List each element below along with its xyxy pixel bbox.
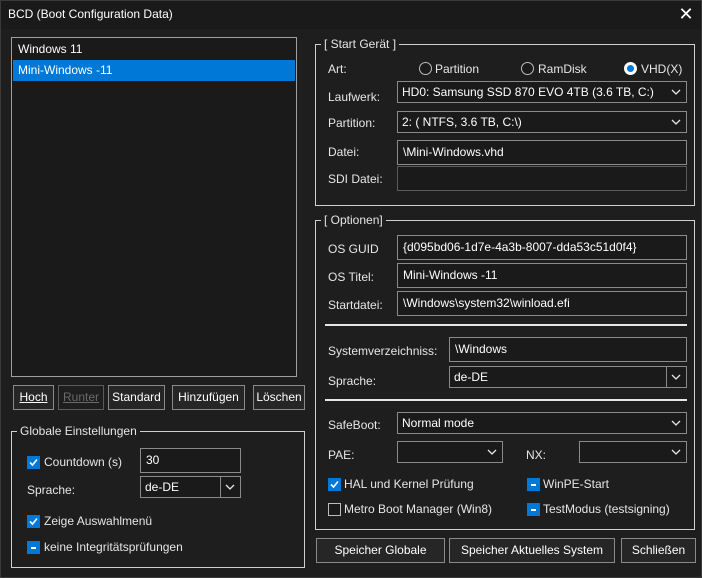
metro-checkbox[interactable] xyxy=(328,503,341,516)
safeboot-value: Normal mode xyxy=(402,416,475,430)
pae-select[interactable] xyxy=(397,441,503,463)
sdi-label: SDI Datei: xyxy=(328,172,383,186)
countdown-input[interactable]: 30 xyxy=(140,448,241,473)
down-button[interactable]: Runter xyxy=(58,385,104,410)
type-vhd-radio[interactable] xyxy=(624,62,637,75)
countdown-checkbox[interactable] xyxy=(27,456,40,469)
show-menu-checkbox[interactable] xyxy=(27,515,40,528)
chevron-down-icon xyxy=(225,484,235,490)
type-vhd-label: VHD(X) xyxy=(641,62,683,76)
file-input[interactable]: \Mini-Windows.vhd xyxy=(397,140,687,165)
divider xyxy=(325,399,687,401)
global-language-select[interactable]: de-DE xyxy=(140,476,241,498)
no-integrity-label: keine Integritätsprüfungen xyxy=(44,540,183,554)
up-button-label: Hoch xyxy=(19,390,48,404)
testmode-label: TestModus (testsigning) xyxy=(543,502,670,516)
startfile-input[interactable]: \Windows\system32\winload.efi xyxy=(397,291,687,316)
window-title: BCD (Boot Configuration Data) xyxy=(8,7,173,21)
type-partition-label: Partition xyxy=(435,62,480,76)
title-bar: BCD (Boot Configuration Data) ✕ xyxy=(1,1,701,29)
startfile-label: Startdatei: xyxy=(328,298,383,312)
delete-button-label: Löschen xyxy=(256,390,302,404)
partition-value: 2: ( NTFS, 3.6 TB, C:\) xyxy=(402,115,522,129)
guid-input[interactable]: {d095bd06-1d7e-4a3b-8007-dda53c51d0f4} xyxy=(397,235,687,260)
winpe-checkbox[interactable] xyxy=(527,478,540,491)
chevron-down-icon xyxy=(671,420,681,426)
drive-value: HD0: Samsung SSD 870 EVO 4TB (3.6 TB, C:… xyxy=(402,85,654,99)
options-language-label: Sprache: xyxy=(328,374,377,388)
up-button[interactable]: Hoch xyxy=(13,385,54,410)
boot-entries-list[interactable]: Windows 11 Mini-Windows -11 xyxy=(11,37,297,377)
options-language-select[interactable]: de-DE xyxy=(449,366,687,388)
safeboot-label: SafeBoot: xyxy=(328,418,381,432)
save-global-label: Speicher Globale xyxy=(334,543,427,557)
sdi-input[interactable] xyxy=(397,166,687,191)
sysdir-input[interactable]: \Windows xyxy=(449,337,687,362)
close-icon[interactable]: ✕ xyxy=(673,3,699,25)
os-title-input[interactable]: Mini-Windows -11 xyxy=(397,263,687,288)
guid-label: OS GUID xyxy=(328,242,379,256)
down-button-label: Runter xyxy=(62,390,100,404)
hal-checkbox[interactable] xyxy=(328,478,341,491)
no-integrity-checkbox[interactable] xyxy=(27,541,40,554)
list-item-selected[interactable]: Mini-Windows -11 xyxy=(13,60,295,81)
os-title-label: OS Titel: xyxy=(328,270,375,284)
divider xyxy=(325,324,687,326)
sysdir-label: Systemverzeichniss: xyxy=(328,344,438,358)
chevron-down-icon xyxy=(671,119,681,125)
type-ramdisk-label: RamDisk xyxy=(538,62,587,76)
default-button-label: Standard xyxy=(112,390,161,404)
show-menu-label: Zeige Auswahlmenü xyxy=(44,514,153,528)
file-label: Datei: xyxy=(328,145,360,159)
winpe-label: WinPE-Start xyxy=(543,477,610,491)
metro-label: Metro Boot Manager (Win8) xyxy=(344,502,493,516)
hal-label: HAL und Kernel Prüfung xyxy=(344,477,474,491)
global-settings-title: Globale Einstellungen xyxy=(17,424,140,438)
chevron-down-icon xyxy=(487,449,497,455)
default-button[interactable]: Standard xyxy=(108,385,165,410)
pae-label: PAE: xyxy=(328,448,355,462)
global-language-label: Sprache: xyxy=(27,483,76,497)
bcd-dialog: BCD (Boot Configuration Data) ✕ Windows … xyxy=(0,0,702,578)
check-icon xyxy=(29,458,38,467)
partition-label: Partition: xyxy=(328,116,376,130)
options-title: [ Optionen] xyxy=(321,213,386,227)
type-label: Art: xyxy=(328,62,347,76)
nx-select[interactable] xyxy=(579,441,687,463)
list-item[interactable]: Windows 11 xyxy=(13,39,295,60)
add-button-label: Hinzufügen xyxy=(178,390,239,404)
save-global-button[interactable]: Speicher Globale xyxy=(316,538,445,563)
save-current-button[interactable]: Speicher Aktuelles System xyxy=(449,538,615,563)
save-current-label: Speicher Aktuelles System xyxy=(460,543,604,557)
check-icon xyxy=(330,480,339,489)
partition-select[interactable]: 2: ( NTFS, 3.6 TB, C:\) xyxy=(397,111,687,133)
chevron-down-icon xyxy=(671,374,681,380)
nx-label: NX: xyxy=(526,448,547,462)
safeboot-select[interactable]: Normal mode xyxy=(397,412,687,434)
close-button[interactable]: Schließen xyxy=(621,538,696,563)
add-button[interactable]: Hinzufügen xyxy=(172,385,245,410)
chevron-down-icon xyxy=(671,449,681,455)
type-partition-radio[interactable] xyxy=(419,62,432,75)
start-device-title: [ Start Gerät ] xyxy=(321,37,400,51)
close-button-label: Schließen xyxy=(631,543,686,557)
dropdown-button[interactable] xyxy=(666,367,686,387)
type-ramdisk-radio[interactable] xyxy=(521,62,534,75)
global-language-value: de-DE xyxy=(145,480,180,494)
drive-select[interactable]: HD0: Samsung SSD 870 EVO 4TB (3.6 TB, C:… xyxy=(397,81,687,103)
check-icon xyxy=(29,517,38,526)
chevron-down-icon xyxy=(671,89,681,95)
testmode-checkbox[interactable] xyxy=(527,503,540,516)
dropdown-button[interactable] xyxy=(220,477,240,497)
countdown-label: Countdown (s) xyxy=(44,455,123,469)
delete-button[interactable]: Löschen xyxy=(253,385,305,410)
drive-label: Laufwerk: xyxy=(328,90,381,104)
options-language-value: de-DE xyxy=(454,370,489,384)
